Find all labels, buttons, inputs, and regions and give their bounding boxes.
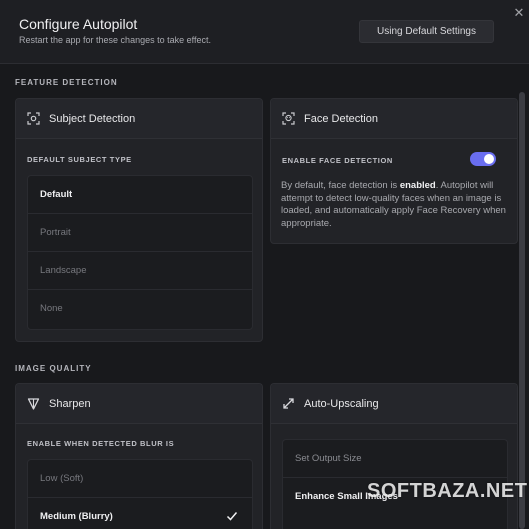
sharpen-title: Sharpen <box>49 398 91 410</box>
dialog-header: Configure Autopilot Restart the app for … <box>0 0 529 64</box>
blur-threshold-label: ENABLE WHEN DETECTED BLUR IS <box>27 439 175 448</box>
toggle-knob <box>484 154 494 164</box>
upscaling-title: Auto-Upscaling <box>304 398 379 410</box>
face-detection-toggle[interactable] <box>470 152 496 166</box>
default-settings-button[interactable]: Using Default Settings <box>359 20 494 43</box>
upscaling-header: Auto-Upscaling <box>271 384 517 424</box>
upscale-option-set-output-size[interactable]: Set Output Size <box>283 440 507 478</box>
sharpen-card: Sharpen ENABLE WHEN DETECTED BLUR IS Low… <box>15 383 263 529</box>
blur-option-medium-label: Medium (Blurry) <box>40 511 113 522</box>
subject-option-landscape[interactable]: Landscape <box>28 252 252 290</box>
dialog-subtitle: Restart the app for these changes to tak… <box>19 35 211 45</box>
blur-level-list: Low (Soft) Medium (Blurry) <box>27 459 253 529</box>
desc-bold: enabled <box>399 180 436 191</box>
face-detection-header: Face Detection <box>271 99 517 139</box>
watermark: SOFTBAZA.NET <box>367 480 528 502</box>
section-label-feature-detection: FEATURE DETECTION <box>15 78 118 87</box>
upscaling-card: Auto-Upscaling Set Output Size Enhance S… <box>270 383 518 529</box>
section-label-image-quality: IMAGE QUALITY <box>15 364 92 373</box>
scrollbar-thumb[interactable] <box>519 92 525 529</box>
subject-focus-icon <box>27 112 40 125</box>
check-icon <box>226 512 238 521</box>
subject-option-none[interactable]: None <box>28 290 252 328</box>
expand-arrows-icon <box>283 398 294 409</box>
enable-face-detection-label: ENABLE FACE DETECTION <box>282 156 393 165</box>
face-detection-description: By default, face detection is enabled. A… <box>281 180 513 230</box>
subject-detection-card: Subject Detection DEFAULT SUBJECT TYPE D… <box>15 98 263 342</box>
sharpen-header: Sharpen <box>16 384 262 424</box>
subject-type-list: Default Portrait Landscape None <box>27 175 253 330</box>
subject-option-portrait[interactable]: Portrait <box>28 214 252 252</box>
sharpen-triangle-icon <box>27 398 40 410</box>
subject-detection-title: Subject Detection <box>49 113 136 125</box>
blur-option-medium[interactable]: Medium (Blurry) <box>28 498 252 529</box>
face-scan-icon <box>282 112 295 125</box>
default-subject-type-label: DEFAULT SUBJECT TYPE <box>27 155 132 164</box>
dialog-title: Configure Autopilot <box>19 16 138 32</box>
face-detection-title: Face Detection <box>304 113 378 125</box>
subject-option-default[interactable]: Default <box>28 176 252 214</box>
desc-before: By default, face detection is <box>281 180 400 191</box>
subject-detection-header: Subject Detection <box>16 99 262 139</box>
blur-option-low[interactable]: Low (Soft) <box>28 460 252 498</box>
close-icon[interactable]: ✕ <box>513 6 525 19</box>
